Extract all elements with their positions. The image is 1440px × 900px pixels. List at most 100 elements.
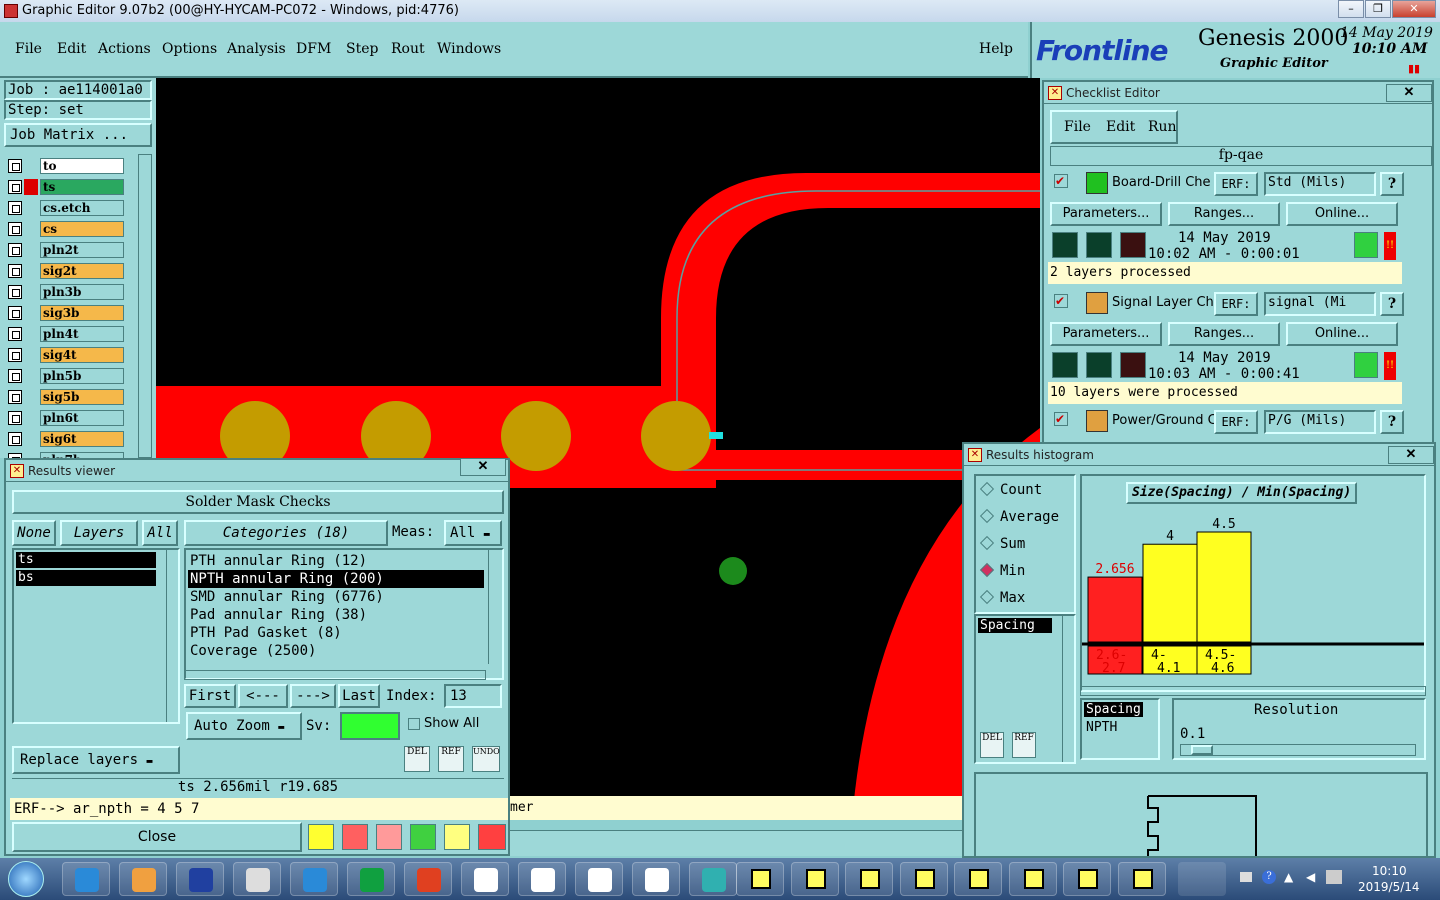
- rv-layer-item[interactable]: ts: [16, 552, 156, 568]
- layer-name[interactable]: pln6t: [40, 410, 124, 426]
- del-marker-icon[interactable]: [376, 824, 402, 850]
- layers-list-scrollbar[interactable]: [166, 550, 178, 722]
- results-viewer-close-x[interactable]: ✕: [460, 458, 506, 476]
- graphic-editor-task-icon[interactable]: [1063, 862, 1111, 896]
- histogram-bar[interactable]: [1196, 531, 1252, 643]
- keyboard-icon[interactable]: [1240, 872, 1252, 882]
- menu-edit[interactable]: Edit: [57, 41, 86, 57]
- aggregate-option-average[interactable]: Average: [979, 508, 1059, 525]
- graphic-editor-task-icon[interactable]: [954, 862, 1002, 896]
- measure-scrollbar[interactable]: [1062, 616, 1074, 762]
- meas-dropdown[interactable]: All ▬: [444, 520, 502, 546]
- menu-windows[interactable]: Windows: [437, 41, 501, 57]
- layer-name[interactable]: pln2t: [40, 242, 124, 258]
- graphic-editor-task-icon[interactable]: [845, 862, 893, 896]
- layer-checkbox[interactable]: [8, 159, 22, 173]
- layer-color-swatch[interactable]: [24, 158, 38, 174]
- next-button[interactable]: --->: [290, 684, 336, 708]
- layer-row-cs[interactable]: cs: [8, 221, 124, 237]
- menu-file[interactable]: File: [15, 41, 42, 57]
- layer-name[interactable]: ts: [40, 179, 124, 195]
- layer-row-pln4t[interactable]: pln4t: [8, 326, 124, 342]
- ranges-button[interactable]: Ranges...: [1168, 322, 1280, 346]
- aggregate-option-min[interactable]: Min: [979, 562, 1025, 579]
- categories-list[interactable]: PTH annular Ring (12) NPTH annular Ring (…: [184, 548, 504, 680]
- excel-icon[interactable]: [575, 862, 623, 896]
- radio-diamond-icon[interactable]: [979, 535, 995, 551]
- layer-row-ts[interactable]: ts: [8, 179, 124, 195]
- histogram-close-button[interactable]: ✕: [1388, 446, 1434, 464]
- scanner-app-icon[interactable]: [233, 862, 281, 896]
- layer-scrollbar[interactable]: [138, 154, 152, 458]
- show-all-checkbox[interactable]: [408, 718, 420, 730]
- close-window-button[interactable]: ✕: [1392, 0, 1436, 18]
- volume-icon[interactable]: ◀: [1306, 870, 1315, 884]
- excel-icon[interactable]: [518, 862, 566, 896]
- radio-diamond-icon[interactable]: [979, 508, 995, 524]
- list-icon[interactable]: [444, 824, 470, 850]
- layer-color-swatch[interactable]: [24, 305, 38, 321]
- layer-row-sig4t[interactable]: sig4t: [8, 347, 124, 363]
- chart-scrollbar[interactable]: [1080, 686, 1426, 696]
- layer-row-cs-etch[interactable]: cs.etch: [8, 200, 124, 216]
- check-help-button[interactable]: ?: [1380, 172, 1404, 196]
- layer-color-swatch[interactable]: [24, 410, 38, 426]
- layer-row-pln6t[interactable]: pln6t: [8, 410, 124, 426]
- layer-checkbox[interactable]: [8, 222, 22, 236]
- menu-help[interactable]: Help: [979, 41, 1013, 57]
- stop-icon[interactable]: [1120, 352, 1146, 378]
- run-icon[interactable]: [1052, 232, 1078, 258]
- layer-color-swatch[interactable]: [24, 326, 38, 342]
- graphic-editor-task-icon[interactable]: [1008, 862, 1057, 896]
- aggregate-option-count[interactable]: Count: [979, 481, 1042, 498]
- menu-options[interactable]: Options: [162, 41, 217, 57]
- layer-checkbox[interactable]: [8, 432, 22, 446]
- histogram-bar[interactable]: [1087, 576, 1143, 643]
- none-button[interactable]: None: [12, 520, 56, 546]
- menu-analysis[interactable]: Analysis: [227, 41, 286, 57]
- graphic-editor-task-icon[interactable]: [736, 862, 784, 896]
- resolution-slider-thumb[interactable]: [1191, 745, 1213, 755]
- first-button[interactable]: First: [184, 684, 236, 708]
- start-button[interactable]: [8, 861, 44, 897]
- prev-button[interactable]: <---: [238, 684, 288, 708]
- checklist-menu-run[interactable]: Run: [1148, 119, 1177, 135]
- last-button[interactable]: Last: [338, 684, 380, 708]
- ie-browser-icon[interactable]: [290, 862, 338, 896]
- checklist-menu-edit[interactable]: Edit: [1106, 119, 1135, 135]
- minimize-button[interactable]: –: [1338, 0, 1364, 18]
- layer-checkbox[interactable]: [8, 285, 22, 299]
- resolution-slider[interactable]: [1180, 744, 1416, 756]
- save-app-icon[interactable]: [176, 862, 224, 896]
- menu-step[interactable]: Step: [346, 41, 378, 57]
- layer-name[interactable]: to: [40, 158, 124, 174]
- close-button[interactable]: Close: [12, 822, 302, 852]
- window-menu-icon[interactable]: ✕: [968, 448, 982, 462]
- aggregate-option-max[interactable]: Max: [979, 589, 1025, 606]
- layer-row-sig2t[interactable]: sig2t: [8, 263, 124, 279]
- checklist-close-button[interactable]: ✕: [1386, 84, 1432, 102]
- layer-name[interactable]: pln3b: [40, 284, 124, 300]
- category-item[interactable]: NPTH annular Ring (200): [188, 570, 484, 588]
- stop-icon[interactable]: [1120, 232, 1146, 258]
- layer-name[interactable]: sig4t: [40, 347, 124, 363]
- layer-name[interactable]: cs.etch: [40, 200, 124, 216]
- layer-color-swatch[interactable]: [24, 263, 38, 279]
- erf-value[interactable]: signal (Mi: [1264, 292, 1376, 316]
- erf-value[interactable]: Std (Mils): [1264, 172, 1376, 196]
- menu-dfm[interactable]: DFM: [296, 41, 331, 57]
- layer-color-swatch[interactable]: [24, 347, 38, 363]
- category-item[interactable]: Coverage (2500): [188, 642, 484, 660]
- category-item[interactable]: Pad annular Ring (38): [188, 606, 484, 624]
- category-item[interactable]: PTH Pad Gasket (8): [188, 624, 484, 642]
- histogram-ref-button[interactable]: REF: [1012, 732, 1036, 758]
- categories-scrollbar[interactable]: [488, 550, 502, 664]
- aggregate-option-sum[interactable]: Sum: [979, 535, 1025, 552]
- layer-color-swatch[interactable]: [24, 368, 38, 384]
- layer-row-sig6t[interactable]: sig6t: [8, 431, 124, 447]
- run-selected-icon[interactable]: [1086, 232, 1112, 258]
- erf-button[interactable]: ERF:: [1214, 410, 1258, 434]
- layer-name[interactable]: sig3b: [40, 305, 124, 321]
- menu-rout[interactable]: Rout: [391, 41, 425, 57]
- layer-color-swatch[interactable]: [24, 284, 38, 300]
